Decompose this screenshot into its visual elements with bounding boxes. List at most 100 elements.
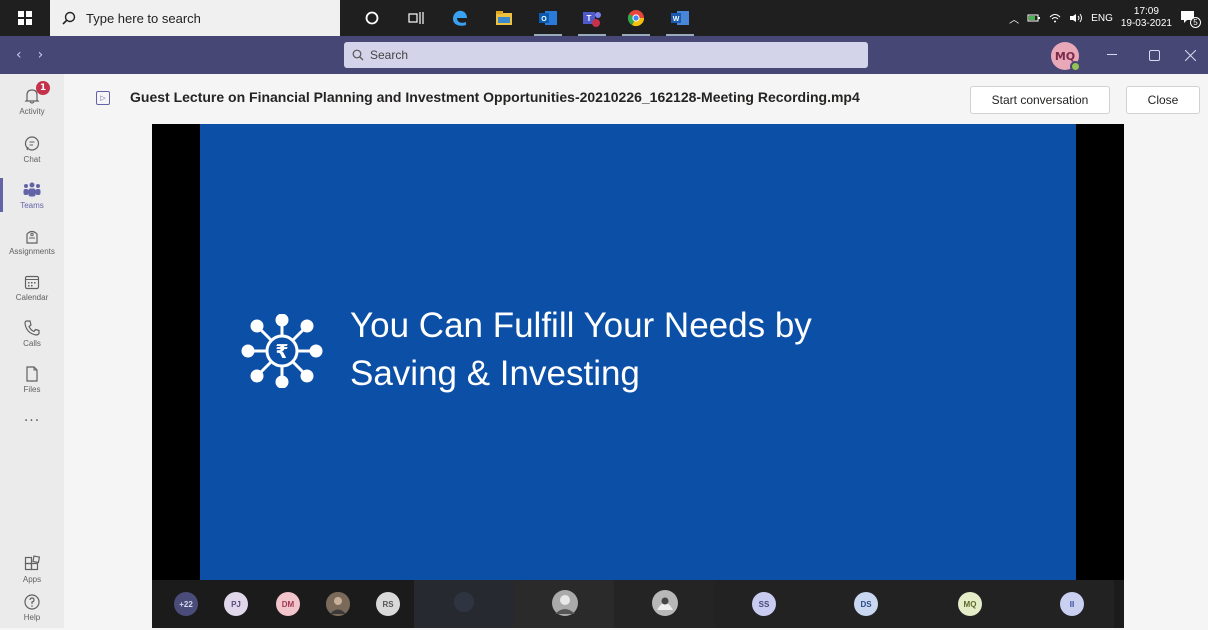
participant-photo-avatar[interactable] — [326, 592, 350, 616]
outlook-icon[interactable]: O — [526, 0, 570, 36]
system-tray: ︿ ENG 17:09 19-03-2021 5 — [1009, 0, 1208, 36]
rail-item-chat[interactable]: Chat — [0, 126, 64, 172]
participant-avatar[interactable]: PJ — [224, 592, 248, 616]
rail-item-teams[interactable]: Teams — [0, 172, 64, 218]
teams-search-box[interactable]: Search — [344, 42, 868, 68]
rail-item-help[interactable]: Help — [0, 584, 64, 630]
taskbar-date: 19-03-2021 — [1120, 18, 1172, 29]
rail-item-files[interactable]: Files — [0, 356, 64, 402]
maximize-icon[interactable] — [1134, 36, 1174, 74]
taskbar-clock[interactable]: 17:09 19-03-2021 — [1121, 6, 1172, 30]
rail-item-calls[interactable]: Calls — [0, 310, 64, 356]
teams-icon — [23, 182, 41, 196]
file-explorer-icon[interactable] — [482, 0, 526, 36]
volume-icon[interactable] — [1069, 13, 1083, 23]
start-conversation-button[interactable]: Start conversation — [970, 86, 1110, 114]
video-player[interactable]: ₹ You Can Fulfill Your Needs by Saving &… — [152, 124, 1124, 628]
participant-avatar[interactable]: RS — [376, 592, 400, 616]
apps-icon — [24, 554, 41, 570]
rail-label: Chat — [23, 154, 41, 164]
tile-caption — [420, 620, 508, 625]
notification-count: 5 — [1190, 17, 1201, 28]
svg-text:O: O — [541, 16, 547, 23]
word-icon[interactable]: W — [658, 0, 702, 36]
taskbar-pinned-apps: O T W — [350, 0, 702, 36]
minimize-icon[interactable] — [1092, 36, 1132, 74]
language-indicator[interactable]: ENG — [1091, 13, 1113, 24]
participant-video-tile[interactable]: SS — [714, 580, 814, 628]
chrome-icon[interactable] — [614, 0, 658, 36]
rail-label: Files — [23, 384, 41, 394]
participant-video-tile[interactable]: DS — [814, 580, 914, 628]
back-arrow-icon[interactable]: ‹ — [16, 47, 22, 63]
battery-icon[interactable] — [1027, 13, 1041, 23]
svg-text:T: T — [587, 14, 592, 23]
participant-avatar: SS — [752, 592, 776, 616]
more-options-icon: ··· — [23, 413, 41, 429]
participant-video-tile[interactable] — [414, 580, 514, 628]
rail-label: Apps — [22, 574, 42, 584]
windows-logo-icon — [18, 11, 32, 25]
search-placeholder: Search — [370, 48, 409, 62]
notification-center-icon[interactable]: 5 — [1180, 10, 1201, 28]
overflow-participants-avatar[interactable]: +22 — [174, 592, 198, 616]
file-icon — [26, 365, 38, 382]
wifi-icon[interactable] — [1049, 13, 1061, 23]
user-avatar[interactable]: MQ — [1051, 42, 1081, 72]
rail-item-calendar[interactable]: Calendar — [0, 264, 64, 310]
phone-icon — [24, 319, 40, 336]
assignments-icon — [26, 230, 38, 244]
help-icon — [24, 593, 40, 610]
teams-taskbar-icon[interactable]: T — [570, 0, 614, 36]
participant-video-tile[interactable] — [614, 580, 714, 628]
task-view-icon[interactable] — [394, 0, 438, 36]
rail-item-activity[interactable]: 1 Activity — [0, 78, 64, 124]
rail-item-assignments[interactable]: Assignments — [0, 218, 64, 264]
close-button[interactable]: Close — [1126, 86, 1200, 114]
windows-taskbar: Type here to search O T W ︿ ENG 17:09 19… — [0, 0, 1208, 36]
cortana-icon[interactable] — [350, 0, 394, 36]
presentation-slide: ₹ You Can Fulfill Your Needs by Saving &… — [200, 124, 1076, 584]
person-photo-icon — [652, 590, 678, 616]
slide-line-2: Saving & Investing — [350, 354, 640, 393]
taskbar-search-placeholder: Type here to search — [86, 10, 201, 26]
rail-item-more[interactable]: ··· — [0, 398, 64, 444]
participant-avatar: MQ — [958, 592, 982, 616]
dim-video-icon — [454, 592, 474, 612]
participant-video-tile[interactable] — [514, 580, 614, 628]
edge-browser-icon[interactable] — [438, 0, 482, 36]
rail-label: Help — [23, 612, 41, 622]
app-rail: 1 Activity Chat Teams Assignments Calend… — [0, 74, 64, 628]
slide-line-1: You Can Fulfill Your Needs by — [350, 306, 812, 345]
slide-heading: You Can Fulfill Your Needs by Saving & I… — [350, 302, 812, 398]
person-photo-icon — [552, 590, 578, 616]
recording-header: ▷ Guest Lecture on Financial Planning an… — [64, 74, 1208, 124]
svg-text:W: W — [673, 16, 680, 23]
participant-video-tile[interactable]: II — [1014, 580, 1114, 628]
rupee-network-icon: ₹ — [241, 314, 323, 388]
presence-available-icon — [1070, 61, 1081, 72]
close-window-icon[interactable] — [1170, 36, 1208, 74]
rail-label: Calls — [23, 338, 41, 348]
rail-label: Calendar — [15, 292, 49, 302]
participant-avatar[interactable]: DM — [276, 592, 300, 616]
taskbar-time: 17:09 — [1133, 6, 1159, 17]
person-photo-icon — [326, 592, 350, 616]
rail-label: Teams — [20, 200, 44, 210]
search-icon — [352, 49, 364, 61]
rupee-symbol: ₹ — [275, 341, 288, 363]
video-file-icon: ▷ — [96, 91, 110, 105]
chat-icon — [24, 135, 40, 151]
activity-badge: 1 — [36, 81, 50, 95]
taskbar-search-box[interactable]: Type here to search — [50, 0, 340, 36]
participant-video-tile[interactable]: MQ — [914, 580, 1014, 628]
forward-arrow-icon[interactable]: › — [38, 47, 44, 63]
chevron-up-icon[interactable]: ︿ — [1009, 11, 1019, 26]
rail-label: Activity — [19, 106, 45, 116]
participant-avatar: DS — [854, 592, 878, 616]
rail-label: Assignments — [9, 246, 55, 256]
participants-strip: +22 PJ DM RS SS DS MQ II — [152, 580, 1124, 628]
calendar-icon — [24, 275, 40, 289]
teams-title-bar: ‹ › Search MQ — [0, 36, 1208, 74]
windows-start-button[interactable] — [0, 0, 50, 36]
